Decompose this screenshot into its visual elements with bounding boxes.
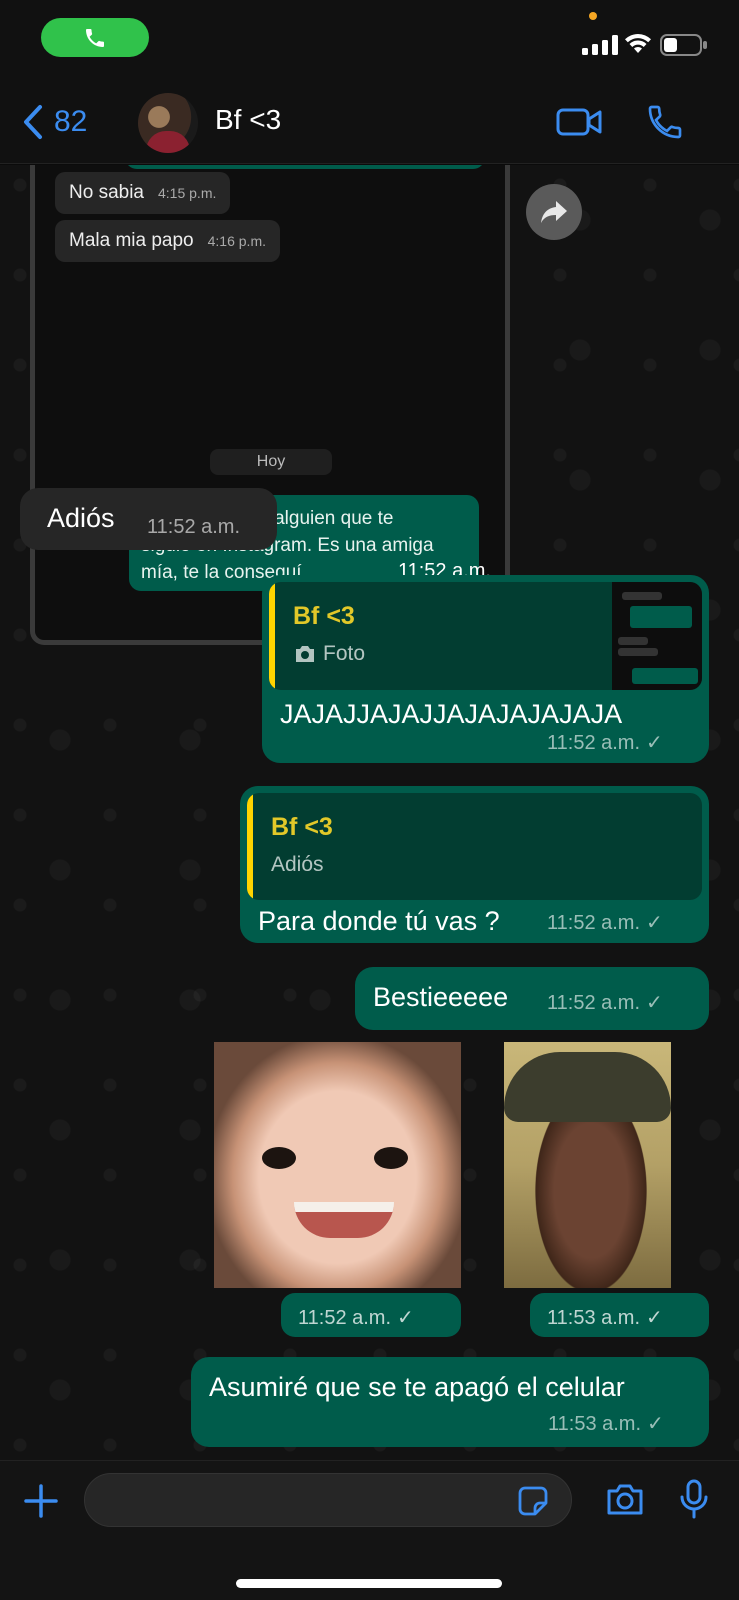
- message-time: 11:53 a.m. ✓: [547, 1305, 663, 1330]
- sent-check-icon: ✓: [646, 732, 663, 754]
- photo-detail: [374, 1147, 408, 1169]
- video-call-icon[interactable]: [556, 104, 602, 140]
- outgoing-message[interactable]: Asumiré que se te apagó el celular 11:53…: [191, 1357, 709, 1447]
- message-text: Asumiré que se te apagó el celular: [209, 1372, 625, 1402]
- message-text: Adiós: [47, 503, 115, 533]
- message-time: 4:15 p.m.: [158, 185, 217, 201]
- chat-header: 82 Bf <3: [0, 80, 739, 164]
- forward-icon: [541, 201, 567, 223]
- microphone-icon[interactable]: [679, 1479, 709, 1519]
- camera-icon: [296, 646, 314, 662]
- quote-author: Bf <3: [271, 813, 333, 841]
- forward-button[interactable]: [526, 184, 582, 240]
- privacy-indicator-dot: [589, 12, 597, 20]
- back-button[interactable]: 82: [22, 104, 87, 140]
- quote-bar: [247, 793, 253, 900]
- status-bar: [0, 0, 739, 80]
- unread-count: 82: [54, 105, 88, 138]
- screenshot-image[interactable]: No sabia 4:15 p.m. Mala mia papo 4:16 p.m.…: [30, 165, 510, 645]
- message-time: 11:52 a.m. ✓: [547, 990, 663, 1015]
- quote-content: Foto: [293, 642, 365, 666]
- message-text: Para donde tú vas ?: [258, 906, 500, 936]
- message-time: 11:52 a.m. ✓: [547, 910, 663, 935]
- photo-detail: [294, 1202, 394, 1238]
- quoted-reply[interactable]: Bf <3 Adiós: [247, 793, 702, 900]
- message-time: 4:16 p.m.: [207, 233, 266, 249]
- home-indicator[interactable]: [236, 1579, 502, 1588]
- photo-selfie[interactable]: [504, 1042, 671, 1288]
- sent-check-icon: ✓: [647, 1413, 664, 1435]
- time-text: 11:52 a.m.: [547, 732, 641, 754]
- message-text: No sabia: [69, 182, 144, 203]
- composer-bar: [0, 1460, 739, 1600]
- screenshot-message: No sabia 4:15 p.m.: [55, 172, 231, 214]
- chat-area[interactable]: No sabia 4:15 p.m. Mala mia papo 4:16 p.m.…: [0, 165, 739, 1460]
- quoted-reply[interactable]: Bf <3 Foto: [269, 582, 702, 690]
- phone-icon: [86, 28, 104, 47]
- signal-icon: [582, 35, 618, 55]
- battery-icon: [660, 34, 707, 56]
- quote-thumbnail: [612, 582, 702, 690]
- quote-bar: [269, 582, 275, 690]
- voice-call-icon[interactable]: [645, 102, 685, 142]
- photo-baby[interactable]: [214, 1042, 461, 1288]
- photo-detail: [262, 1147, 296, 1169]
- time-text: 11:53 a.m.: [547, 1307, 641, 1329]
- screenshot-message: Mala mia papo 4:16 p.m.: [55, 220, 280, 262]
- contact-name[interactable]: Bf <3: [215, 104, 281, 136]
- sent-check-icon: ✓: [646, 992, 663, 1014]
- outgoing-message[interactable]: Bf <3 Adiós Para donde tú vas ? 11:52 a.…: [240, 786, 709, 943]
- outgoing-message[interactable]: Bf <3 Foto JAJAJJAJAJJAJAJAJAJAJA 11:52 …: [262, 575, 709, 763]
- sent-check-icon: ✓: [646, 1307, 663, 1329]
- camera-icon[interactable]: [605, 1481, 645, 1517]
- quote-content: Adiós: [271, 853, 324, 876]
- cropped-bubble: [125, 165, 485, 169]
- outgoing-message[interactable]: Bestieeeee 11:52 a.m. ✓: [355, 967, 709, 1030]
- ongoing-call-pill[interactable]: [41, 18, 149, 57]
- photo-time-pill: 11:52 a.m. ✓: [281, 1293, 461, 1337]
- avatar[interactable]: [138, 93, 198, 153]
- sticker-icon[interactable]: [517, 1485, 549, 1517]
- message-time: 11:52 a.m. ✓: [547, 730, 663, 755]
- sent-check-icon: ✓: [397, 1307, 414, 1329]
- quote-author: Bf <3: [293, 602, 355, 630]
- time-text: 11:52 a.m.: [547, 992, 641, 1014]
- time-text: 11:52 a.m.: [547, 912, 641, 934]
- message-time: 11:53 a.m. ✓: [548, 1411, 664, 1436]
- plus-icon[interactable]: [23, 1483, 59, 1519]
- photo-time-pill: 11:53 a.m. ✓: [530, 1293, 709, 1337]
- quote-text: Foto: [323, 642, 366, 665]
- date-label: Hoy: [210, 449, 332, 475]
- message-text: Bestieeeee: [373, 982, 509, 1012]
- wifi-icon: [625, 33, 651, 53]
- incoming-message[interactable]: Adiós 11:52 a.m.: [20, 488, 277, 550]
- message-text: Mala mia papo: [69, 230, 194, 251]
- photo-detail: [504, 1052, 671, 1122]
- message-text: JAJAJJAJAJJAJAJAJAJAJA: [280, 699, 623, 729]
- time-text: 11:52 a.m.: [298, 1307, 392, 1329]
- message-time: 11:52 a.m. ✓: [298, 1305, 414, 1330]
- chevron-left-icon: [24, 105, 42, 139]
- sent-check-icon: ✓: [646, 912, 663, 934]
- message-input[interactable]: [84, 1473, 572, 1527]
- time-text: 11:53 a.m.: [548, 1413, 642, 1435]
- message-time: 11:52 a.m.: [147, 516, 241, 538]
